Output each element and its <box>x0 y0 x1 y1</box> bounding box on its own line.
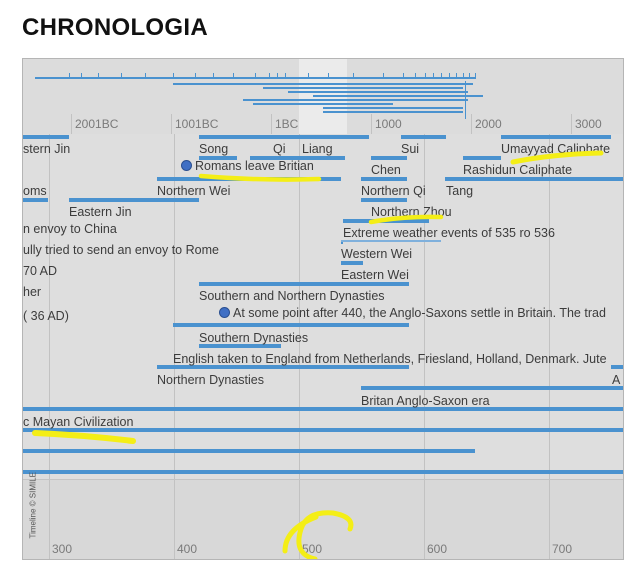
highlight-annotations <box>32 150 604 559</box>
highlight-stroke <box>198 173 322 182</box>
timeline-widget[interactable]: 2001BC 1001BC 1BC 1000 2000 3000 stern J… <box>22 58 624 560</box>
highlight-stroke <box>368 214 444 225</box>
page-title: CHRONOLOGIA <box>22 14 208 41</box>
highlight-stroke <box>32 430 136 444</box>
highlight-circle <box>282 510 354 559</box>
highlight-stroke <box>510 150 604 165</box>
